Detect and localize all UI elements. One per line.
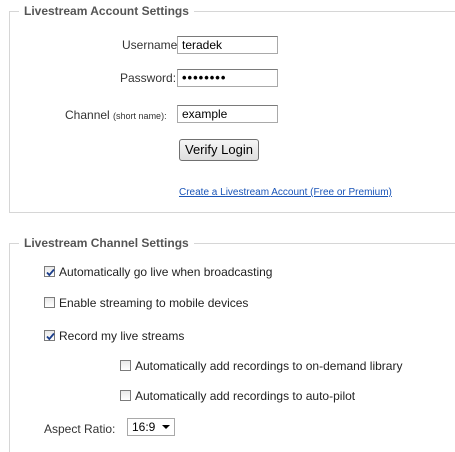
channel-settings-legend: Livestream Channel Settings: [19, 236, 194, 251]
verify-login-button[interactable]: Verify Login: [179, 139, 259, 161]
on-demand-checkbox[interactable]: [120, 360, 131, 371]
channel-label-text: Channel: [65, 108, 110, 122]
auto-go-live-label[interactable]: Automatically go live when broadcasting: [59, 265, 272, 279]
record-streams-label[interactable]: Record my live streams: [59, 329, 184, 343]
auto-go-live-checkbox[interactable]: [44, 266, 55, 277]
record-streams-checkbox[interactable]: [44, 330, 55, 341]
username-label: Username:: [122, 38, 181, 52]
auto-pilot-label[interactable]: Automatically add recordings to auto-pil…: [135, 389, 355, 403]
channel-label: Channel (short name):: [65, 108, 167, 123]
username-field[interactable]: teradek: [177, 36, 278, 54]
checkmark-icon: [46, 268, 55, 277]
account-settings-fieldset: Livestream Account Settings Username: te…: [9, 4, 455, 213]
password-label: Password:: [120, 71, 177, 85]
auto-pilot-checkbox[interactable]: [120, 390, 131, 401]
channel-label-hint: (short name):: [113, 111, 167, 121]
channel-settings-fieldset: Livestream Channel Settings Automaticall…: [9, 236, 455, 452]
on-demand-label[interactable]: Automatically add recordings to on-deman…: [135, 359, 402, 373]
mobile-streaming-checkbox[interactable]: [44, 297, 55, 308]
channel-field[interactable]: example: [177, 105, 278, 123]
aspect-ratio-value: 16:9: [132, 420, 156, 434]
aspect-ratio-select[interactable]: 16:9: [127, 418, 175, 436]
mobile-streaming-label[interactable]: Enable streaming to mobile devices: [59, 296, 248, 310]
chevron-down-icon: [162, 425, 170, 429]
create-account-link[interactable]: Create a Livestream Account (Free or Pre…: [179, 187, 392, 198]
checkmark-icon: [46, 332, 55, 341]
account-settings-legend: Livestream Account Settings: [19, 4, 194, 19]
aspect-ratio-label: Aspect Ratio:: [44, 422, 116, 436]
password-field[interactable]: ••••••••: [177, 69, 278, 87]
